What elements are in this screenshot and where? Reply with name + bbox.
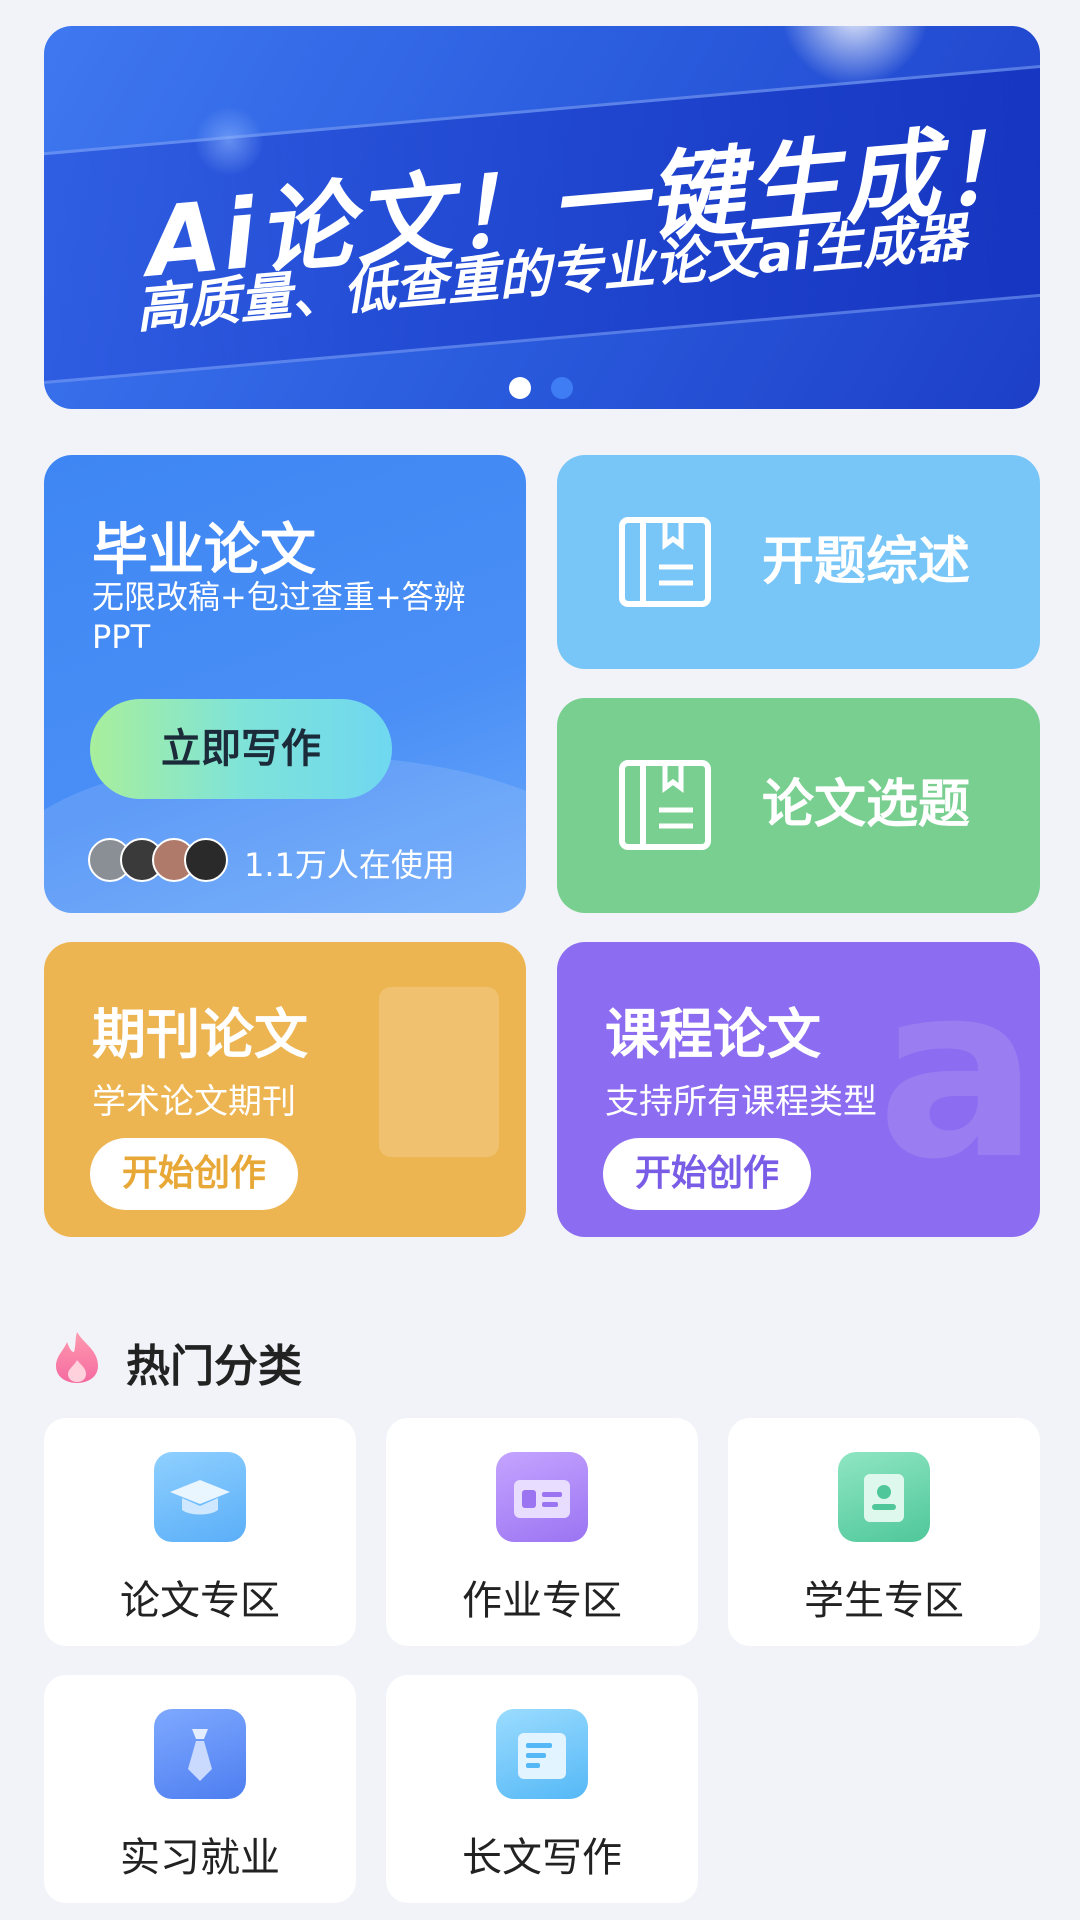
category-tile-student[interactable]: 学生专区 xyxy=(728,1418,1040,1646)
section-title: 热门分类 xyxy=(126,1341,302,1392)
banner-dot-2[interactable] xyxy=(551,377,573,399)
category-label: 长文写作 xyxy=(462,1835,622,1881)
category-label: 作业专区 xyxy=(462,1578,622,1624)
card-subtitle: 支持所有课程类型 xyxy=(605,1082,877,1122)
card-title: 课程论文 xyxy=(605,1003,821,1066)
write-now-button[interactable]: 立即写作 xyxy=(90,699,392,799)
category-label: 论文专区 xyxy=(120,1578,280,1624)
card-title: 毕业论文 xyxy=(92,518,316,583)
card-label: 论文选题 xyxy=(762,775,971,835)
letter-a-decoration: a xyxy=(877,942,1039,1212)
course-paper-card[interactable]: a 课程论文 支持所有课程类型 开始创作 xyxy=(557,942,1040,1237)
topic-selection-card[interactable]: 论文选题 xyxy=(557,698,1040,913)
necktie-icon xyxy=(154,1709,246,1799)
category-tile-homework[interactable]: 作业专区 xyxy=(386,1418,698,1646)
long-document-icon xyxy=(496,1709,588,1799)
proposal-review-card[interactable]: 开题综述 xyxy=(557,455,1040,669)
card-subtitle: 学术论文期刊 xyxy=(92,1082,296,1122)
start-create-button[interactable]: 开始创作 xyxy=(90,1138,298,1210)
card-title: 期刊论文 xyxy=(92,1003,308,1066)
category-tile-long-writing[interactable]: 长文写作 xyxy=(386,1675,698,1903)
card-subtitle: 无限改稿+包过查重+答辨PPT xyxy=(92,578,466,656)
category-label: 学生专区 xyxy=(804,1578,964,1624)
homework-card-icon xyxy=(496,1452,588,1542)
category-tile-internship[interactable]: 实习就业 xyxy=(44,1675,356,1903)
journal-paper-card[interactable]: 期刊论文 学术论文期刊 开始创作 xyxy=(44,942,526,1237)
graduation-thesis-card[interactable]: 毕业论文 无限改稿+包过查重+答辨PPT 立即写作 1.1万人在使用 xyxy=(44,455,526,913)
graduation-cap-icon xyxy=(154,1452,246,1542)
fire-icon xyxy=(56,1332,98,1383)
category-label: 实习就业 xyxy=(120,1835,280,1881)
avatar xyxy=(184,838,228,882)
promo-banner[interactable]: Ai论文！一键生成！ 高质量、低查重的专业论文ai生成器 xyxy=(44,26,1040,409)
banner-dot-1[interactable] xyxy=(509,377,531,399)
start-create-button[interactable]: 开始创作 xyxy=(603,1138,811,1210)
book-icon xyxy=(619,517,711,607)
student-id-icon xyxy=(838,1452,930,1542)
book-icon xyxy=(619,760,711,850)
document-decoration-icon xyxy=(379,987,499,1157)
card-label: 开题综述 xyxy=(762,532,971,592)
user-count: 1.1万人在使用 xyxy=(244,846,455,884)
category-tile-thesis[interactable]: 论文专区 xyxy=(44,1418,356,1646)
